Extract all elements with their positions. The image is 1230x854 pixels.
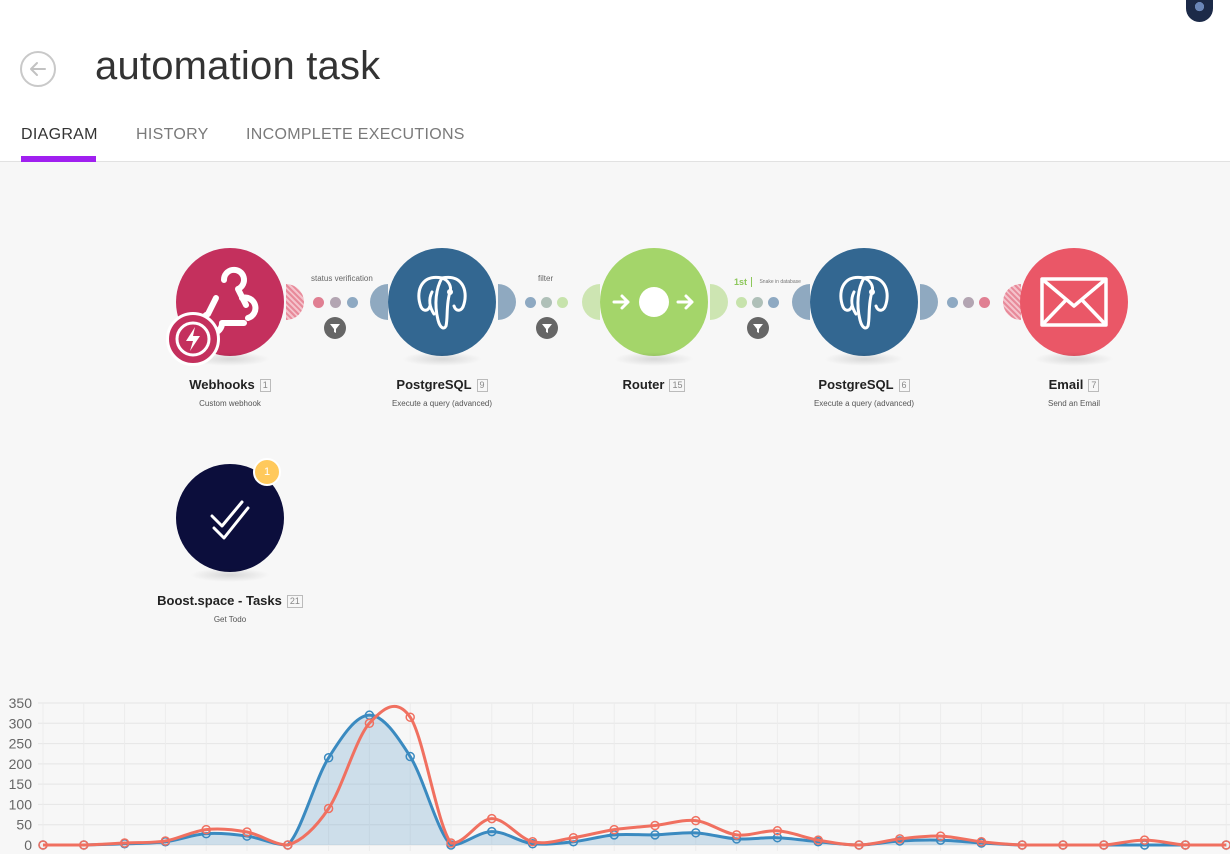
connection-dot [330,297,341,308]
module-label-postgresql-6: PostgreSQL 6 Execute a query (advanced) [764,376,964,408]
y-tick-label: 250 [9,736,33,752]
y-tick-label: 300 [9,715,33,731]
router-icon [612,287,694,317]
header-bar: automation task DIAGRAM HISTORY INCOMPLE… [0,0,1230,162]
series-line [43,704,1227,847]
envelope-icon [1040,277,1108,327]
postgresql-6-output-handle[interactable] [920,284,938,320]
lightning-bolt-icon [175,321,211,357]
connection-dot [947,297,958,308]
error-count-badge[interactable]: 1 [253,458,281,486]
connection-dot [768,297,779,308]
module-id: 1 [259,379,271,392]
user-avatar[interactable] [1186,0,1213,22]
module-subtitle: Execute a query (advanced) [391,399,493,408]
filter-icon[interactable] [747,317,769,339]
module-subtitle: Custom webhook [199,399,261,408]
y-tick-label: 150 [9,776,33,792]
connection-dot [557,297,568,308]
link-label-route-1[interactable]: 1st Snake in database [734,272,801,290]
link-label-status-verification[interactable]: status verification [311,274,373,283]
postgresql-elephant-icon [417,275,467,330]
module-id: 21 [286,595,303,608]
connection-dot [525,297,536,308]
operations-chart: 0 50 100 150 200 250 300 350 [9,695,1230,853]
tab-incomplete-executions[interactable]: INCOMPLETE EXECUTIONS [246,126,465,144]
module-id: 9 [476,379,488,392]
connection-dot [347,297,358,308]
arrow-left-icon [30,62,46,76]
module-label-webhooks: Webhooks 1 Custom webhook [130,376,330,408]
module-name: PostgreSQL [396,377,472,392]
filter-icon[interactable] [536,317,558,339]
connection-dot [313,297,324,308]
page-title: automation task [95,44,381,88]
back-button[interactable] [20,51,56,87]
module-name: PostgreSQL [818,377,894,392]
instant-trigger-badge [166,312,220,366]
module-label-boost-space-tasks: Boost.space - Tasks 21 Get Todo [130,592,330,624]
module-label-postgresql-9: PostgreSQL 9 Execute a query (advanced) [342,376,542,408]
module-subtitle: Get Todo [213,615,247,624]
email-input-handle[interactable] [1003,284,1021,320]
module-name: Boost.space - Tasks [157,593,282,608]
y-tick-label: 200 [9,756,33,772]
y-tick-label: 100 [9,796,33,812]
module-subtitle: Send an Email [1047,399,1101,408]
module-id: 6 [898,379,910,392]
module-subtitle: Execute a query (advanced) [813,399,915,408]
module-router[interactable] [600,248,708,366]
postgresql-9-output-handle[interactable] [498,284,516,320]
connection-dot [752,297,763,308]
module-name: Webhooks [189,377,255,392]
module-name: Router [622,377,665,392]
connection-dot [963,297,974,308]
tab-history[interactable]: HISTORY [136,126,209,144]
module-postgresql-9[interactable] [388,248,496,366]
module-email[interactable] [1020,248,1128,366]
route-order-label: 1st [734,277,753,287]
module-id: 7 [1088,379,1100,392]
module-name: Email [1048,377,1084,392]
filter-icon[interactable] [324,317,346,339]
connection-dot [541,297,552,308]
postgresql-elephant-icon [839,275,889,330]
router-output-handle[interactable] [710,284,728,320]
y-tick-label: 350 [9,695,33,711]
y-tick-label: 0 [24,837,32,853]
webhooks-output-handle[interactable] [286,284,304,320]
tab-diagram[interactable]: DIAGRAM [21,126,98,144]
connection-dot [736,297,747,308]
postgresql-9-input-handle[interactable] [370,284,388,320]
y-tick-label: 50 [16,817,32,833]
connection-dot [979,297,990,308]
series-area-fill [43,715,1227,845]
module-postgresql-6[interactable] [810,248,918,366]
module-label-router: Router 15 [554,376,754,394]
series-line [43,713,1227,847]
module-label-email: Email 7 Send an Email [974,376,1174,408]
route-label: Snake in database [759,279,801,285]
router-input-handle[interactable] [582,284,600,320]
module-id: 15 [669,379,686,392]
link-label-filter[interactable]: filter [538,274,553,283]
